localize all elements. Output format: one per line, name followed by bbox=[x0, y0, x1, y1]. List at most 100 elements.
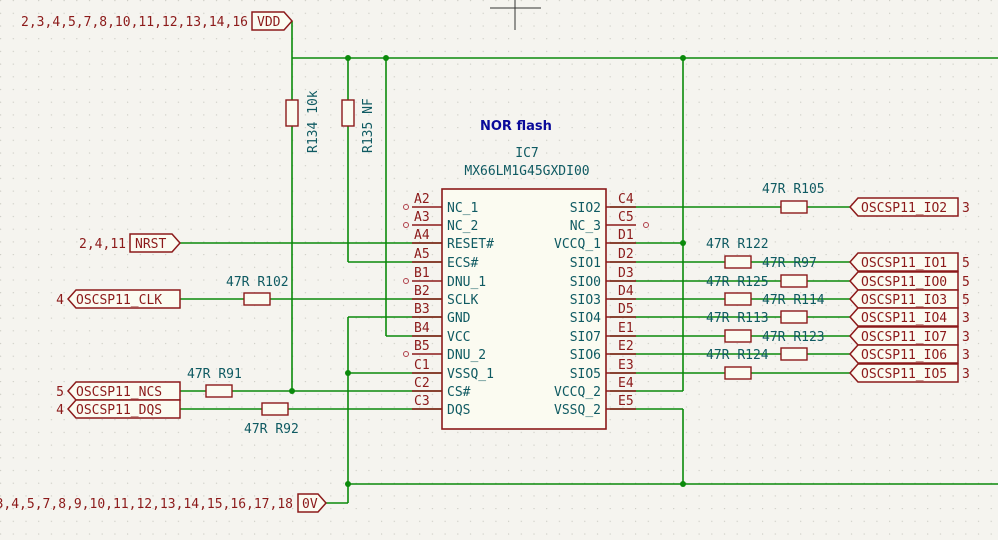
label-oscsp11-io6[interactable]: OSCSP11_IO6 bbox=[848, 344, 959, 364]
pin-sio2-number: C4 bbox=[618, 192, 634, 207]
pin-vssq-2-number: E5 bbox=[618, 394, 634, 409]
vdd-label-text: VDD bbox=[257, 15, 281, 30]
r113-ref-value: 47R R113 bbox=[706, 311, 769, 326]
pin-sclk-name: SCLK bbox=[447, 293, 478, 308]
ic-reference: IC7 bbox=[515, 146, 538, 161]
ic-part-number: MX66LM1G45GXDI00 bbox=[464, 164, 589, 179]
resistor-unlabeled-io5[interactable] bbox=[724, 366, 752, 380]
pin-nc-2-number: A3 bbox=[414, 210, 430, 225]
r97-ref-value: 47R R97 bbox=[762, 256, 817, 271]
label-oscsp11-ncs[interactable]: OSCSP11_NCS bbox=[66, 381, 181, 401]
label-oscsp11-io7-sheet-refs: 3 bbox=[962, 330, 970, 345]
dqs-label-text: OSCSP11_DQS bbox=[76, 403, 162, 418]
label-oscsp11-dqs[interactable]: OSCSP11_DQS bbox=[66, 399, 181, 419]
pin-sio7-number: E1 bbox=[618, 321, 634, 336]
pin-dqs-number: C3 bbox=[414, 394, 430, 409]
clk-sheet-refs: 4 bbox=[56, 293, 64, 308]
label-oscsp11-io1-text: OSCSP11_IO1 bbox=[861, 256, 947, 271]
pin-sio2-name: SIO2 bbox=[570, 201, 601, 216]
pin-dnu-2-number: B5 bbox=[414, 339, 430, 354]
pin-vccq-2-number: E4 bbox=[618, 376, 634, 391]
pin-vssq-1-name: VSSQ_1 bbox=[447, 367, 494, 382]
label-oscsp11-io4[interactable]: OSCSP11_IO4 bbox=[848, 307, 959, 327]
pin-ecs--number: A5 bbox=[414, 247, 430, 262]
pin-vssq-1-number: C1 bbox=[414, 358, 430, 373]
pin-sio7-name: SIO7 bbox=[570, 330, 601, 345]
pin-nc-1-name: NC_1 bbox=[447, 201, 478, 216]
r135-ref-value: R135 NF bbox=[361, 98, 376, 153]
label-oscsp11-clk[interactable]: OSCSP11_CLK bbox=[66, 289, 181, 309]
pin-sio1-number: D2 bbox=[618, 247, 634, 262]
pin-sclk-number: B2 bbox=[414, 284, 430, 299]
ncs-sheet-refs: 5 bbox=[56, 385, 64, 400]
pin-gnd-number: B3 bbox=[414, 302, 430, 317]
r124-ref-value: 47R R124 bbox=[706, 348, 769, 363]
nrst-label-text: NRST bbox=[135, 237, 166, 252]
r102-ref-value: 47R R102 bbox=[226, 275, 289, 290]
r134-ref-value: R134 10k bbox=[306, 90, 321, 153]
pin-sio6-number: E2 bbox=[618, 339, 634, 354]
pin-sio0-name: SIO0 bbox=[570, 275, 601, 290]
pin-dnu-1-number: B1 bbox=[414, 266, 430, 281]
pin-sio3-number: D4 bbox=[618, 284, 634, 299]
label-oscsp11-io6-sheet-refs: 3 bbox=[962, 348, 970, 363]
pin-sio6-name: SIO6 bbox=[570, 348, 601, 363]
label-oscsp11-io5-sheet-refs: 3 bbox=[962, 367, 970, 382]
label-oscsp11-io7[interactable]: OSCSP11_IO7 bbox=[848, 326, 959, 346]
pin-sio5-number: E3 bbox=[618, 358, 634, 373]
label-oscsp11-io2-sheet-refs: 3 bbox=[962, 201, 970, 216]
dqs-sheet-refs: 4 bbox=[56, 403, 64, 418]
vdd-global-label[interactable]: VDD bbox=[251, 11, 294, 31]
pin-vcc-number: B4 bbox=[414, 321, 430, 336]
label-oscsp11-io0[interactable]: OSCSP11_IO0 bbox=[848, 271, 959, 291]
pin-vccq-1-number: D1 bbox=[618, 228, 634, 243]
vdd-sheet-refs: 2,3,4,5,7,8,10,11,12,13,14,16 bbox=[21, 15, 248, 30]
pin-nc-3-number: C5 bbox=[618, 210, 634, 225]
pin-dnu-2-name: DNU_2 bbox=[447, 348, 486, 363]
ncs-label-text: OSCSP11_NCS bbox=[76, 385, 162, 400]
label-oscsp11-io3-sheet-refs: 5 bbox=[962, 293, 970, 308]
nrst-sheet-refs: 2,4,11 bbox=[79, 237, 126, 252]
label-oscsp11-io0-sheet-refs: 5 bbox=[962, 275, 970, 290]
pin-dnu-1-name: DNU_1 bbox=[447, 275, 486, 290]
pin-nc-2-name: NC_2 bbox=[447, 219, 478, 234]
gnd-label-text: 0V bbox=[302, 497, 318, 512]
r92-ref-value: 47R R92 bbox=[244, 422, 299, 437]
clk-label-text: OSCSP11_CLK bbox=[76, 293, 162, 308]
pin-vssq-2-name: VSSQ_2 bbox=[554, 403, 601, 418]
pin-sio1-name: SIO1 bbox=[570, 256, 601, 271]
label-oscsp11-io3[interactable]: OSCSP11_IO3 bbox=[848, 289, 959, 309]
label-oscsp11-io6-text: OSCSP11_IO6 bbox=[861, 348, 947, 363]
r125-ref-value: 47R R125 bbox=[706, 275, 769, 290]
r91-ref-value: 47R R91 bbox=[187, 367, 242, 382]
pin-sio4-number: D5 bbox=[618, 302, 634, 317]
pin-cs--name: CS# bbox=[447, 385, 471, 400]
pin-sio0-number: D3 bbox=[618, 266, 634, 281]
pin-nc-3-name: NC_3 bbox=[570, 219, 601, 234]
pin-vccq-2-name: VCCQ_2 bbox=[554, 385, 601, 400]
label-oscsp11-io2[interactable]: OSCSP11_IO2 bbox=[848, 197, 959, 217]
label-nrst[interactable]: NRST bbox=[129, 233, 182, 253]
label-oscsp11-io5[interactable]: OSCSP11_IO5 bbox=[848, 363, 959, 383]
pin-dqs-name: DQS bbox=[447, 403, 470, 418]
pin-sio3-name: SIO3 bbox=[570, 293, 601, 308]
r105-ref-value: 47R R105 bbox=[762, 182, 825, 197]
pin-ecs--name: ECS# bbox=[447, 256, 478, 271]
gnd-sheet-refs: 2,3,4,5,7,8,9,10,11,12,13,14,15,16,17,18 bbox=[0, 497, 293, 512]
r123-ref-value: 47R R123 bbox=[762, 330, 825, 345]
label-oscsp11-io4-sheet-refs: 3 bbox=[962, 311, 970, 326]
r122-ref-value: 47R R122 bbox=[706, 237, 769, 252]
pin-sio4-name: SIO4 bbox=[570, 311, 601, 326]
label-oscsp11-io4-text: OSCSP11_IO4 bbox=[861, 311, 947, 326]
pin-vccq-1-name: VCCQ_1 bbox=[554, 237, 601, 252]
label-oscsp11-io1[interactable]: OSCSP11_IO1 bbox=[848, 252, 959, 272]
label-oscsp11-io1-sheet-refs: 5 bbox=[962, 256, 970, 271]
pin-cs--number: C2 bbox=[414, 376, 430, 391]
label-oscsp11-io2-text: OSCSP11_IO2 bbox=[861, 201, 947, 216]
schematic-canvas: VDD 2,3,4,5,7,8,10,11,12,13,14,16 0V 2,3… bbox=[0, 0, 998, 540]
label-oscsp11-io7-text: OSCSP11_IO7 bbox=[861, 330, 947, 345]
ic-title: NOR flash bbox=[480, 119, 552, 134]
label-oscsp11-io0-text: OSCSP11_IO0 bbox=[861, 275, 947, 290]
pin-vcc-name: VCC bbox=[447, 330, 470, 345]
r114-ref-value: 47R R114 bbox=[762, 293, 825, 308]
